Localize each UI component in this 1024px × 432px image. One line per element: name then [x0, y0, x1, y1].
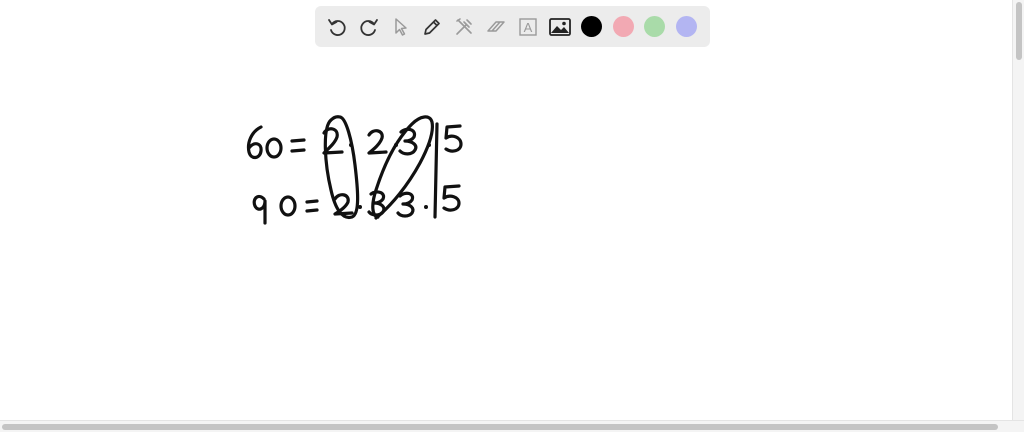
- text-icon: A: [519, 17, 537, 36]
- color-blue-button[interactable]: [674, 14, 700, 40]
- handwriting-layer: [246, 115, 463, 225]
- digit-2: [367, 129, 388, 155]
- whiteboard-app: A: [0, 0, 1024, 432]
- toolbar: A: [315, 6, 710, 47]
- color-swatch-green: [644, 16, 666, 37]
- redo-button[interactable]: [356, 14, 382, 40]
- vertical-scroll-thumb[interactable]: [1016, 2, 1022, 60]
- digit-3: [396, 191, 415, 218]
- image-icon: [548, 17, 571, 36]
- drawing-canvas[interactable]: [0, 0, 1012, 420]
- image-button[interactable]: [547, 14, 573, 40]
- equals-sign: [305, 199, 319, 213]
- tools-button[interactable]: [451, 14, 477, 40]
- color-green-button[interactable]: [642, 14, 668, 40]
- text-button[interactable]: A: [515, 14, 541, 40]
- digit-5: [442, 184, 461, 212]
- pen-button[interactable]: [419, 14, 445, 40]
- digit-0: [265, 137, 283, 159]
- color-swatch-pink: [612, 16, 634, 37]
- select-button[interactable]: [388, 14, 414, 40]
- horizontal-scroll-thumb[interactable]: [2, 424, 998, 430]
- eraser-icon: [487, 20, 505, 32]
- digit-0: [279, 195, 297, 217]
- tools-icon: [456, 17, 472, 35]
- undo-button[interactable]: [324, 14, 350, 40]
- loop-around-twos: [323, 115, 360, 220]
- svg-text:A: A: [523, 20, 532, 35]
- pointer-icon: [394, 17, 407, 36]
- pencil-icon: [424, 18, 441, 35]
- vertical-scrollbar[interactable]: [1012, 0, 1024, 420]
- digit-9: [252, 194, 267, 225]
- digit-6: [246, 125, 263, 160]
- digit-5: [444, 124, 463, 153]
- eraser-button[interactable]: [483, 14, 509, 40]
- color-pink-button[interactable]: [610, 14, 636, 40]
- horizontal-scrollbar[interactable]: [0, 420, 1024, 432]
- equals-sign: [290, 138, 306, 153]
- dot: [424, 205, 428, 209]
- color-swatch-blue: [676, 16, 698, 37]
- color-black-button[interactable]: [578, 14, 604, 40]
- vertical-line-fives: [433, 122, 439, 219]
- undo-icon: [328, 18, 346, 36]
- color-swatch-black: [580, 16, 602, 37]
- redo-icon: [360, 18, 378, 36]
